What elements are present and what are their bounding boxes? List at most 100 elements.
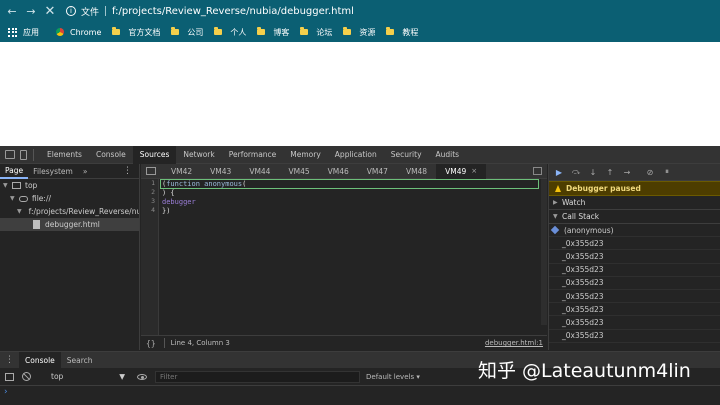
chevron-down-icon: ▼ <box>119 372 125 381</box>
bookmark-folder-tutorials[interactable]: 教程 <box>386 27 418 38</box>
devtools-tab-bar: Elements Console Sources Network Perform… <box>0 145 720 164</box>
call-frame[interactable]: _0x355d23 <box>549 237 720 251</box>
console-filter-input[interactable]: Filter <box>155 370 360 383</box>
line-number[interactable]: 1 <box>141 179 158 188</box>
resume-icon[interactable]: ▶ <box>554 167 564 177</box>
info-icon[interactable]: i <box>66 6 76 16</box>
call-frame[interactable]: _0x355d23 <box>549 290 720 304</box>
step-icon[interactable]: → <box>622 167 632 177</box>
tree-label: top <box>25 181 38 190</box>
cloud-icon <box>19 195 28 202</box>
forward-arrow-icon[interactable]: → <box>24 4 38 18</box>
call-frame-current[interactable]: (anonymous) <box>549 224 720 238</box>
url-text[interactable]: f:/projects/Review_Reverse/nubia/debugge… <box>112 6 354 17</box>
source-location-link[interactable]: debugger.html:1 <box>485 339 543 347</box>
call-frame[interactable]: _0x355d23 <box>549 250 720 264</box>
editor-scrollbar[interactable] <box>541 179 547 325</box>
editor-tab[interactable]: VM47 <box>358 164 397 179</box>
drawer-menu-icon[interactable]: ⋮ <box>5 355 14 365</box>
collapse-triangle-icon[interactable]: ▶ <box>553 199 559 206</box>
tree-label: file:// <box>32 194 52 203</box>
tab-audits[interactable]: Audits <box>429 146 467 164</box>
expand-triangle-icon[interactable]: ▼ <box>17 208 22 215</box>
tab-sources[interactable]: Sources <box>132 145 177 164</box>
watch-section-header[interactable]: ▶ Watch <box>549 196 720 210</box>
tree-item-top[interactable]: ▼ top <box>0 179 139 192</box>
editor-tab[interactable]: VM43 <box>201 164 240 179</box>
step-over-icon[interactable]: ⤼ <box>571 167 581 177</box>
back-arrow-icon[interactable]: ← <box>5 4 19 18</box>
bookmark-folder-docs[interactable]: 官方文档 <box>112 27 160 38</box>
toggle-navigator-icon[interactable] <box>146 167 156 175</box>
line-number[interactable]: 4 <box>141 206 158 215</box>
bookmark-label: 资源 <box>359 27 376 37</box>
tab-application[interactable]: Application <box>328 146 384 164</box>
bookmark-apps[interactable]: 应用 <box>0 27 39 38</box>
log-levels-dropdown[interactable]: Default levels ▾ <box>366 373 420 381</box>
inspect-element-icon[interactable] <box>5 150 15 159</box>
address-bar[interactable]: i 文件 f:/projects/Review_Reverse/nubia/de… <box>66 2 720 20</box>
tab-filesystem[interactable]: Filesystem <box>28 164 78 179</box>
step-out-icon[interactable]: ↑ <box>605 167 615 177</box>
console-sidebar-icon[interactable] <box>5 372 14 381</box>
bookmark-label: 应用 <box>23 27 39 37</box>
tab-elements[interactable]: Elements <box>40 146 89 164</box>
tab-console[interactable]: Console <box>89 146 133 164</box>
clear-console-icon[interactable] <box>22 372 31 381</box>
tree-item-file[interactable]: debugger.html <box>0 218 139 231</box>
deactivate-breakpoints-icon[interactable]: ⊘ <box>645 167 655 177</box>
drawer-tab-console[interactable]: Console <box>19 351 61 369</box>
sources-navigator: Page Filesystem » ⋮ ▼ top ▼ file:// ▼ f:… <box>0 164 140 350</box>
pretty-print-button[interactable]: {} <box>146 339 156 348</box>
tree-item-file-origin[interactable]: ▼ file:// <box>0 192 139 205</box>
bookmark-folder-resources[interactable]: 资源 <box>343 27 375 38</box>
editor-tab[interactable]: VM48 <box>397 164 436 179</box>
line-number[interactable]: 3 <box>141 197 158 206</box>
code-area[interactable]: 1 2 3 4 (function anonymous( ) { debugge… <box>141 179 547 335</box>
call-frame[interactable]: _0x355d23 <box>549 330 720 343</box>
tree-label: debugger.html <box>45 220 100 229</box>
close-tab-icon[interactable]: × <box>471 167 477 175</box>
editor-tab[interactable]: VM45 <box>279 164 318 179</box>
expand-triangle-icon[interactable]: ▼ <box>3 182 9 189</box>
live-expression-eye-icon[interactable] <box>137 373 147 380</box>
toggle-debugger-icon[interactable] <box>533 167 542 175</box>
tab-page[interactable]: Page <box>0 164 29 179</box>
device-toolbar-icon[interactable] <box>20 149 27 160</box>
tab-security[interactable]: Security <box>384 146 429 164</box>
context-select[interactable]: top ▼ <box>43 372 125 381</box>
bookmark-folder-company[interactable]: 公司 <box>171 27 203 38</box>
frame-label: (anonymous) <box>564 225 614 235</box>
expand-triangle-icon[interactable]: ▼ <box>553 213 559 220</box>
call-frame[interactable]: _0x355d23 <box>549 264 720 277</box>
editor-tab-active[interactable]: VM49 × <box>436 163 487 179</box>
tree-item-folder[interactable]: ▼ f:/projects/Review_Reverse/nubia <box>0 205 139 218</box>
bookmark-folder-blog[interactable]: 博客 <box>257 27 289 38</box>
console-prompt[interactable]: › <box>4 387 8 397</box>
editor-tab[interactable]: VM46 <box>319 164 358 179</box>
section-title: Call Stack <box>562 212 600 221</box>
tab-performance[interactable]: Performance <box>222 146 284 164</box>
bookmark-chrome[interactable]: Chrome <box>56 28 101 37</box>
call-frame[interactable]: _0x355d23 <box>549 316 720 330</box>
drawer-tab-search[interactable]: Search <box>61 352 99 369</box>
stop-loading-icon[interactable]: ✕ <box>43 4 57 19</box>
editor-tab[interactable]: VM44 <box>240 164 279 179</box>
tab-network[interactable]: Network <box>176 146 221 164</box>
editor-tab[interactable]: VM42 <box>162 164 201 179</box>
bookmark-label: 博客 <box>273 27 290 37</box>
step-into-icon[interactable]: ↓ <box>588 167 598 177</box>
kebab-menu-icon[interactable]: ⋮ <box>123 166 132 176</box>
call-frame[interactable]: _0x355d23 <box>549 303 720 317</box>
bookmark-folder-forum[interactable]: 论坛 <box>300 27 332 38</box>
expand-triangle-icon[interactable]: ▼ <box>10 195 16 202</box>
warning-icon <box>555 185 561 192</box>
line-number[interactable]: 2 <box>141 188 158 197</box>
line-gutter[interactable]: 1 2 3 4 <box>141 179 159 335</box>
call-frame[interactable]: _0x355d23 <box>549 277 720 290</box>
call-stack-section-header[interactable]: ▼ Call Stack <box>549 210 720 224</box>
bookmark-folder-personal[interactable]: 个人 <box>214 27 246 38</box>
tab-memory[interactable]: Memory <box>283 146 328 164</box>
pause-on-exceptions-icon[interactable]: ⏸ <box>662 167 672 177</box>
more-tabs-button[interactable]: » <box>78 164 93 179</box>
